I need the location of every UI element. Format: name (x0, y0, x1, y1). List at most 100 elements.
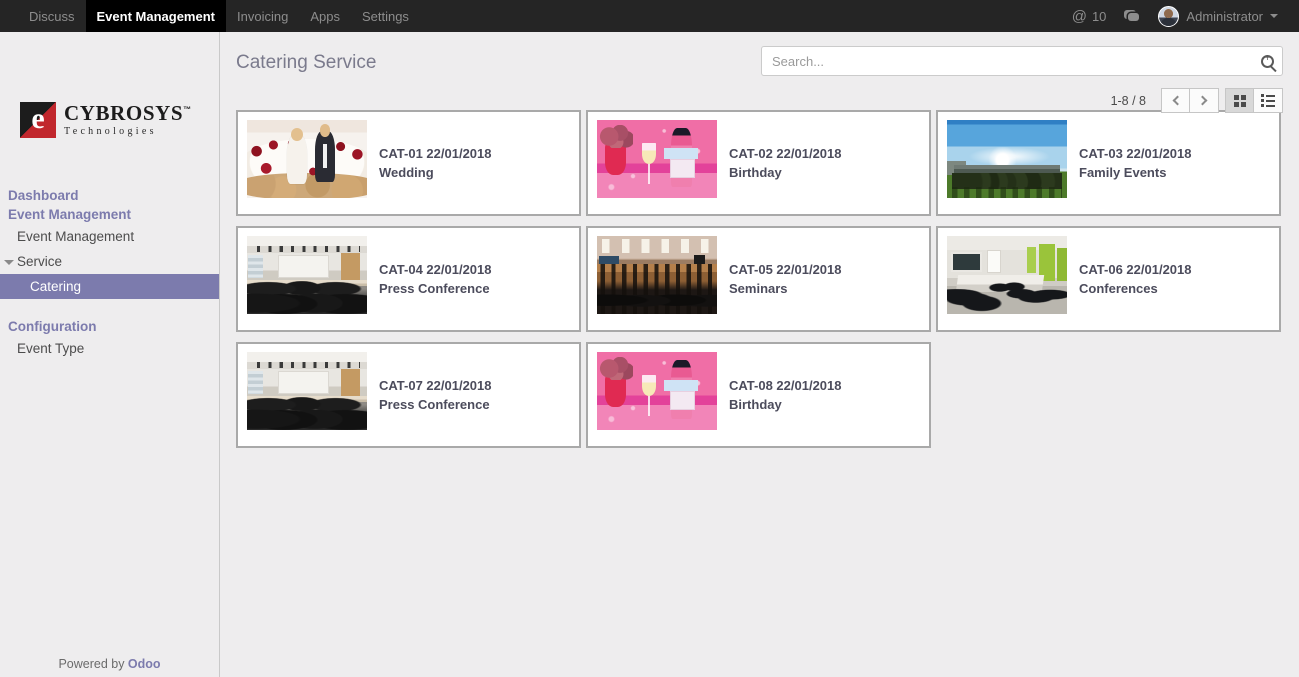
chevron-right-icon (1197, 95, 1208, 106)
menu-item-invoicing[interactable]: Invoicing (226, 0, 299, 32)
record-image (247, 120, 367, 198)
window-shape (248, 254, 263, 279)
kanban-card[interactable]: CAT-03 22/01/2018 Family Events (936, 110, 1281, 216)
record-body: CAT-08 22/01/2018 Birthday (729, 352, 842, 412)
kanban-card[interactable]: CAT-06 22/01/2018 Conferences (936, 226, 1281, 332)
systray: @ 10 Administrator (1063, 0, 1299, 32)
kanban-card[interactable]: CAT-05 22/01/2018 Seminars (586, 226, 931, 332)
panels-shape (601, 239, 713, 254)
bow-shape (664, 148, 698, 159)
cybrosys-logo-icon (20, 102, 56, 138)
wood-shape (340, 369, 360, 396)
sidebar-nav: Dashboard Event Management Event Managemen… (0, 186, 219, 361)
nav-separator (0, 299, 219, 317)
record-reference: CAT-06 22/01/2018 (1079, 262, 1192, 277)
trademark-icon: ™ (183, 105, 192, 114)
screen-shape (278, 254, 329, 279)
app-menu: Discuss Event Management Invoicing Apps Sett… (18, 0, 420, 32)
pager-previous-button[interactable] (1161, 88, 1190, 113)
record-body: CAT-04 22/01/2018 Press Conference (379, 236, 492, 296)
record-image (597, 352, 717, 430)
odoo-link[interactable]: Odoo (128, 657, 161, 671)
search-icon[interactable] (1261, 53, 1274, 68)
record-reference: CAT-08 22/01/2018 (729, 378, 842, 393)
berries-shape (247, 120, 367, 198)
record-name: Wedding (379, 165, 434, 180)
list-icon (1261, 94, 1275, 107)
menu-item-settings[interactable]: Settings (351, 0, 420, 32)
flowers-shape (599, 124, 633, 149)
sidebar-item-event-type[interactable]: Event Type (0, 336, 219, 361)
chr-shape (947, 270, 1067, 314)
kanban-icon (1233, 94, 1246, 107)
wedding-photo (247, 120, 367, 198)
search-bar[interactable] (761, 46, 1283, 76)
pager-count: 1-8 / 8 (1110, 93, 1146, 108)
user-name: Administrator (1186, 8, 1263, 24)
chairs-shape (247, 278, 367, 314)
mentions-counter[interactable]: @ 10 (1063, 9, 1116, 24)
lights-shape (256, 362, 360, 369)
record-reference: CAT-05 22/01/2018 (729, 262, 842, 277)
board-shape (950, 251, 982, 272)
nav-section-dashboard[interactable]: Dashboard (0, 186, 219, 205)
menu-item-discuss[interactable]: Discuss (18, 0, 86, 32)
record-name: Conferences (1079, 281, 1158, 296)
record-body: CAT-06 22/01/2018 Conferences (1079, 236, 1192, 296)
record-image (247, 352, 367, 430)
shadows-shape (951, 187, 1063, 198)
record-name: Family Events (1079, 165, 1167, 180)
screen-shape (278, 370, 329, 395)
search-input[interactable] (770, 52, 1255, 70)
kanban-card[interactable]: CAT-08 22/01/2018 Birthday (586, 342, 931, 448)
kanban-view-button[interactable] (1225, 88, 1254, 113)
press-photo (247, 236, 367, 314)
kanban-card[interactable]: CAT-01 22/01/2018 Wedding (236, 110, 581, 216)
record-reference: CAT-07 22/01/2018 (379, 378, 492, 393)
at-icon: @ (1071, 7, 1087, 25)
kanban-card[interactable]: CAT-07 22/01/2018 Press Conference (236, 342, 581, 448)
chat-bubble-icon (1124, 10, 1140, 22)
record-body: CAT-07 22/01/2018 Press Conference (379, 352, 492, 412)
menu-item-event-management[interactable]: Event Management (85, 0, 226, 32)
record-name: Press Conference (379, 281, 490, 296)
record-reference: CAT-01 22/01/2018 (379, 146, 492, 161)
bow-shape (664, 380, 698, 391)
nav-label: Service (17, 254, 63, 269)
main-content: Catering Service 1-8 / 8 (220, 32, 1299, 677)
page-title: Catering Service (236, 52, 377, 73)
birthday-photo (597, 352, 717, 430)
record-body: CAT-03 22/01/2018 Family Events (1079, 120, 1192, 180)
user-menu[interactable]: Administrator (1149, 5, 1287, 27)
top-navbar: Discuss Event Management Invoicing Apps Sett… (0, 0, 1299, 32)
sidebar-item-event-management[interactable]: Event Management (0, 224, 219, 249)
birthday-photo (597, 120, 717, 198)
list-view-button[interactable] (1254, 88, 1283, 113)
nav-section-configuration[interactable]: Configuration (0, 317, 219, 336)
powered-by: Powered by Odoo (0, 657, 219, 677)
messaging-menu[interactable] (1115, 10, 1149, 22)
record-body: CAT-01 22/01/2018 Wedding (379, 120, 492, 180)
control-panel: Catering Service 1-8 / 8 (220, 32, 1299, 113)
menu-item-apps[interactable]: Apps (299, 0, 351, 32)
sidebar-item-catering[interactable]: Catering (0, 274, 219, 299)
flowers-shape (599, 356, 633, 381)
kanban-card[interactable]: CAT-04 22/01/2018 Press Conference (236, 226, 581, 332)
vase-shape (605, 375, 626, 407)
seatrow-shape (597, 284, 717, 311)
record-reference: CAT-02 22/01/2018 (729, 146, 842, 161)
view-switcher (1225, 88, 1283, 113)
record-name: Press Conference (379, 397, 490, 412)
pager-and-views: 1-8 / 8 (1111, 88, 1283, 113)
page-shell: CYBROSYS™ Technologies DashboardEvent Ma… (0, 32, 1299, 677)
nav-toggle-service[interactable]: Service (0, 249, 219, 274)
mentions-count: 10 (1091, 8, 1107, 24)
bride-shape (286, 128, 307, 184)
chevron-down-icon (1270, 14, 1278, 18)
window-shape (248, 370, 263, 395)
powered-text: Powered by (58, 657, 128, 671)
kanban-card[interactable]: CAT-02 22/01/2018 Birthday (586, 110, 931, 216)
glass-shape (640, 375, 658, 416)
nav-section-event-management[interactable]: Event Management (0, 205, 219, 224)
pager-next-button[interactable] (1190, 88, 1219, 113)
